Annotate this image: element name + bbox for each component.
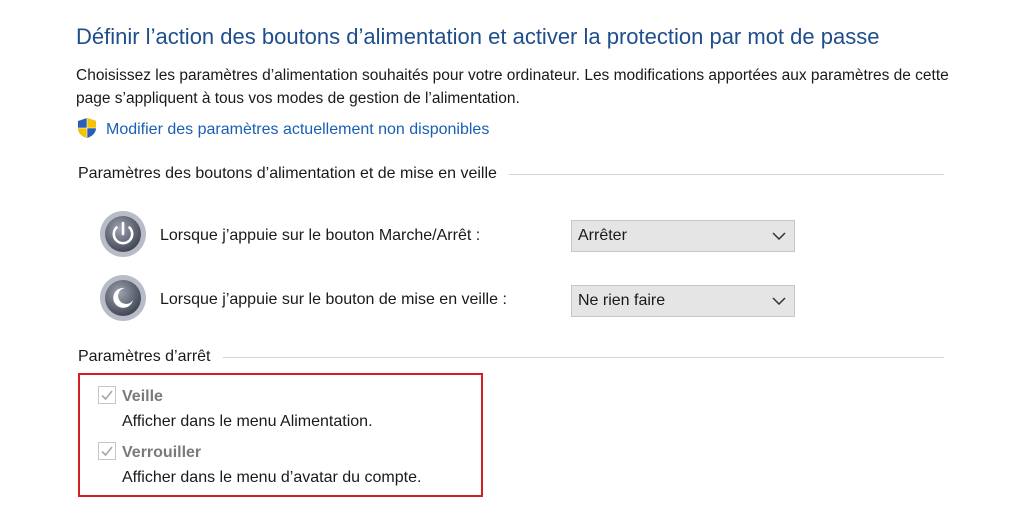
lock-option-label: Verrouiller [122,444,202,461]
power-buttons-section-header: Paramètres des boutons d’alimentation et… [78,165,944,183]
sleep-option[interactable]: Veille [98,385,163,409]
sleep-option-description: Afficher dans le menu Alimentation. [122,413,373,430]
change-unavailable-settings-label: Modifier des paramètres actuellement non… [106,121,490,138]
sleep-button-row: Lorsque j’appuie sur le bouton de mise e… [98,274,507,326]
power-button-label: Lorsque j’appuie sur le bouton Marche/Ar… [160,227,481,244]
power-button-icon [98,209,148,264]
sleep-button-icon [98,273,148,328]
sleep-button-action-select[interactable]: Ne rien faire [571,285,795,317]
checkbox-checked-icon[interactable] [98,441,116,465]
shutdown-section-header: Paramètres d’arrêt [78,348,944,366]
power-button-action-select[interactable]: Arrêter [571,220,795,252]
checkbox-checked-icon[interactable] [98,385,116,409]
chevron-down-icon [772,227,786,245]
section-divider [222,356,944,358]
change-unavailable-settings-link[interactable]: Modifier des paramètres actuellement non… [76,117,490,144]
uac-shield-icon [76,117,98,144]
page-description: Choisissez les paramètres d’alimentation… [76,67,949,107]
sleep-option-label: Veille [122,388,163,405]
shutdown-section-title: Paramètres d’arrêt [78,348,211,365]
sleep-button-label: Lorsque j’appuie sur le bouton de mise e… [160,291,507,308]
lock-option[interactable]: Verrouiller [98,441,202,465]
power-button-action-value: Arrêter [578,227,627,244]
power-buttons-section-title: Paramètres des boutons d’alimentation et… [78,165,497,182]
section-divider [508,173,944,175]
page-title: Définir l’action des boutons d’alimentat… [76,24,880,49]
power-button-row: Lorsque j’appuie sur le bouton Marche/Ar… [98,210,480,262]
chevron-down-icon [772,292,786,310]
lock-option-description: Afficher dans le menu d’avatar du compte… [122,469,422,486]
sleep-button-action-value: Ne rien faire [578,292,666,309]
